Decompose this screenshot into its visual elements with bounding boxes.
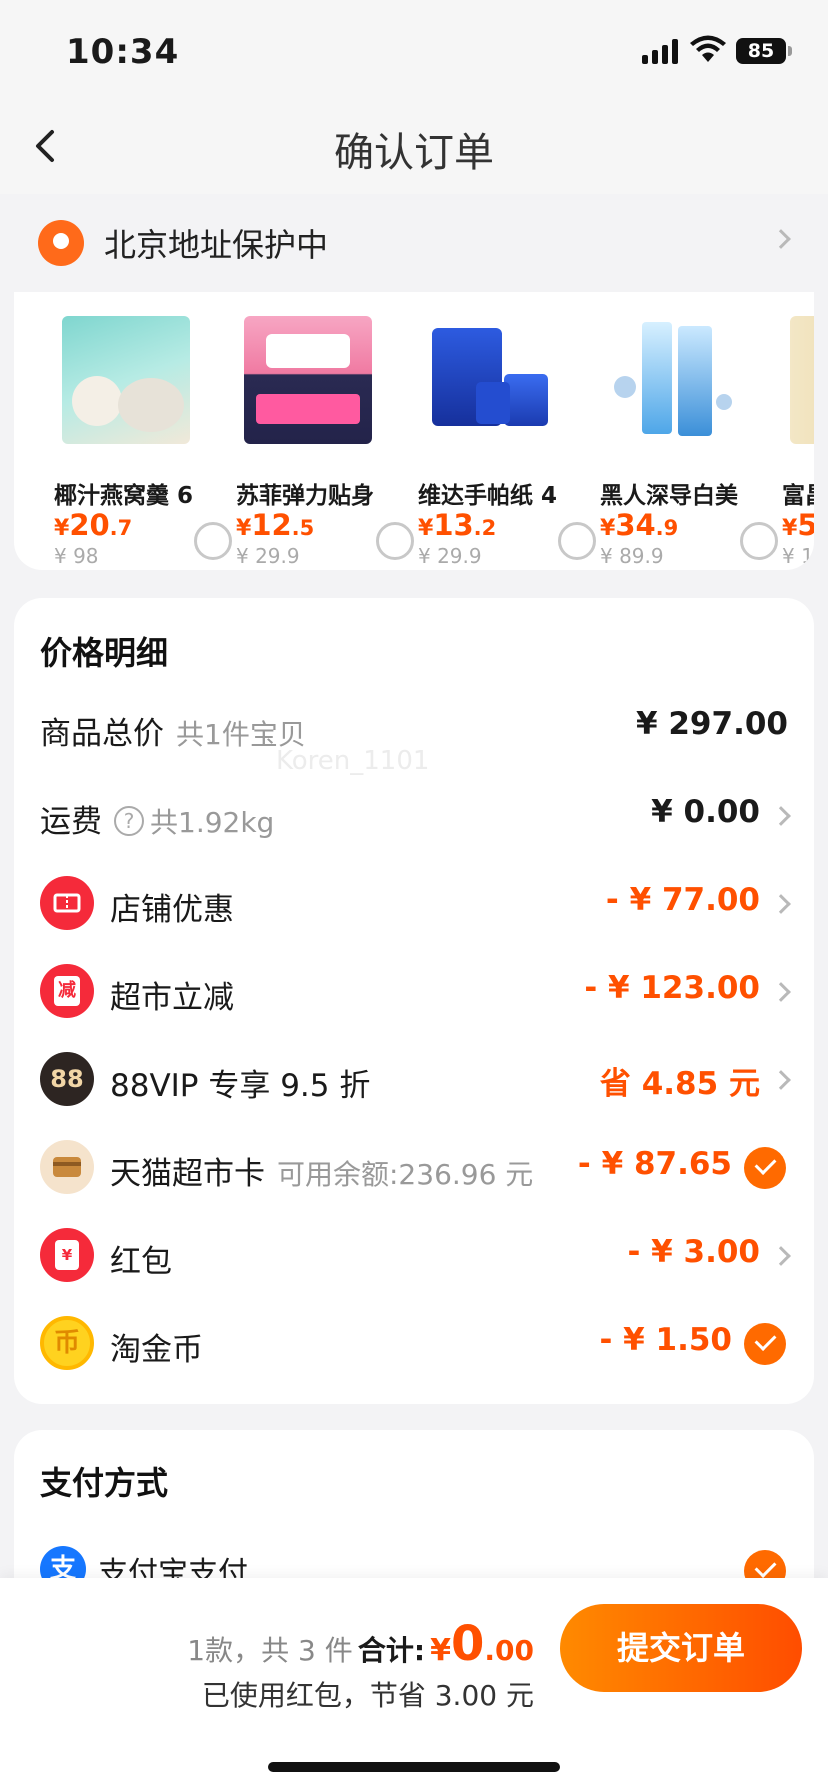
- row-shipping[interactable]: 运费? 共1.92kg ¥ 0.00: [14, 772, 814, 860]
- supermarket-cut-value: - ¥ 123.00: [584, 970, 760, 1006]
- row-supermarket-cut[interactable]: 减 超市立减 - ¥ 123.00: [14, 948, 814, 1036]
- product-original-price: ¥ 89.9: [600, 544, 664, 568]
- product-name: 维达手帕纸 4: [418, 483, 558, 509]
- taojinbi-label: 淘金币: [110, 1332, 203, 1368]
- chevron-right-icon: [771, 1070, 791, 1090]
- store-discount-value: - ¥ 77.00: [605, 882, 760, 918]
- address-row[interactable]: 北京地址保护中: [14, 196, 814, 286]
- address-text: 北京地址保护中: [104, 226, 329, 264]
- total-label: 商品总价 共1件宝贝: [40, 716, 306, 752]
- taojinbi-checkbox[interactable]: [744, 1323, 786, 1365]
- product-image: [790, 316, 814, 444]
- 88vip-icon: 88: [40, 1052, 94, 1106]
- product-image: [244, 316, 372, 444]
- submit-order-button[interactable]: 提交订单: [560, 1604, 802, 1692]
- payment-title: 支付方式: [40, 1464, 169, 1502]
- shipping-value: ¥ 0.00: [651, 794, 760, 830]
- order-summary: 1款，共 3 件 合计: ¥0.00: [187, 1616, 534, 1672]
- savings-text: 已使用红包，节省 3.00 元: [201, 1679, 534, 1712]
- battery-icon: 85: [736, 38, 786, 64]
- shipping-label: 运费? 共1.92kg: [40, 804, 275, 840]
- product-name: 富昌: [782, 483, 814, 509]
- product-select-radio[interactable]: [740, 522, 778, 560]
- tmall-card-label: 天猫超市卡 可用余额:236.96 元: [110, 1156, 534, 1192]
- coupon-icon: [40, 876, 94, 930]
- row-taojinbi[interactable]: 币 淘金币 - ¥ 1.50: [14, 1300, 814, 1388]
- gold-coin-icon: 币: [40, 1316, 94, 1370]
- card-icon: [40, 1140, 94, 1194]
- product-price: ¥13.2: [418, 508, 497, 542]
- product-image: [608, 316, 736, 444]
- 88vip-label: 88VIP 专享 9.5 折: [110, 1068, 371, 1104]
- row-tmall-card[interactable]: 天猫超市卡 可用余额:236.96 元 - ¥ 87.65: [14, 1124, 814, 1212]
- product-image: [426, 316, 554, 444]
- product-price: ¥5: [782, 508, 814, 542]
- chevron-right-icon: [771, 229, 791, 249]
- product-original-price: ¥ 29.9: [236, 544, 300, 568]
- product-select-radio[interactable]: [376, 522, 414, 560]
- red-packet-icon: ¥: [40, 1228, 94, 1282]
- watermark: Koren_1101: [276, 746, 430, 776]
- chevron-right-icon: [771, 806, 791, 826]
- red-packet-value: - ¥ 3.00: [627, 1234, 760, 1270]
- discount-icon: 减: [40, 964, 94, 1018]
- total-decimal: .00: [484, 1634, 534, 1667]
- chevron-right-icon: [771, 894, 791, 914]
- price-detail-title: 价格明细: [40, 634, 169, 672]
- nav-bar: 确认订单: [0, 96, 828, 194]
- row-store-discount[interactable]: 店铺优惠 - ¥ 77.00: [14, 860, 814, 948]
- 88vip-value: 省 4.85 元: [599, 1066, 760, 1102]
- product-price: ¥20.7: [54, 508, 133, 542]
- row-88vip[interactable]: 88 88VIP 专享 9.5 折 省 4.85 元: [14, 1036, 814, 1124]
- tmall-card-value: - ¥ 87.65: [577, 1146, 732, 1182]
- product-name: 黑人深导白美: [600, 483, 738, 509]
- product-price: ¥34.9: [600, 508, 679, 542]
- product-name: 苏菲弹力贴身: [236, 483, 374, 509]
- product-original-price: ¥ 15: [782, 544, 814, 568]
- battery-tip: [788, 46, 792, 56]
- home-indicator: [268, 1762, 560, 1772]
- status-bar: 10:34 85: [0, 0, 828, 96]
- total-label: 合计:: [357, 1634, 426, 1667]
- product-original-price: ¥ 29.9: [418, 544, 482, 568]
- page-title: 确认订单: [334, 130, 494, 176]
- wifi-icon: [690, 35, 726, 62]
- cellular-signal-icon: [642, 38, 678, 64]
- chevron-right-icon: [771, 1246, 791, 1266]
- status-time: 10:34: [66, 32, 180, 72]
- bottom-bar: 1款，共 3 件 合计: ¥0.00 已使用红包，节省 3.00 元 提交订单: [0, 1578, 828, 1792]
- item-count: 1款，共 3 件: [187, 1634, 353, 1667]
- product-list[interactable]: 椰汁燕窝羹 6 ¥20.7 ¥ 98 苏菲弹力贴身 ¥12.5 ¥ 29.9 维…: [14, 292, 814, 570]
- product-original-price: ¥ 98: [54, 544, 99, 568]
- product-name: 椰汁燕窝羹 6: [54, 483, 194, 509]
- supermarket-cut-label: 超市立减: [110, 980, 234, 1016]
- product-select-radio[interactable]: [558, 522, 596, 560]
- store-discount-label: 店铺优惠: [110, 892, 234, 928]
- red-packet-label: 红包: [110, 1244, 172, 1280]
- price-detail-card: 价格明细 商品总价 共1件宝贝 ¥ 297.00 运费? 共1.92kg ¥ 0.0…: [14, 598, 814, 1404]
- total-currency: ¥: [430, 1633, 451, 1668]
- location-pin-icon: [38, 220, 84, 266]
- product-image: [62, 316, 190, 444]
- help-icon[interactable]: ?: [114, 805, 144, 836]
- tmall-card-checkbox[interactable]: [744, 1147, 786, 1189]
- row-red-packet[interactable]: ¥ 红包 - ¥ 3.00: [14, 1212, 814, 1300]
- taojinbi-value: - ¥ 1.50: [599, 1322, 732, 1358]
- product-price: ¥12.5: [236, 508, 315, 542]
- total-integer: 0: [450, 1616, 485, 1672]
- total-value: ¥ 297.00: [636, 706, 788, 742]
- chevron-right-icon: [771, 982, 791, 1002]
- product-select-radio[interactable]: [194, 522, 232, 560]
